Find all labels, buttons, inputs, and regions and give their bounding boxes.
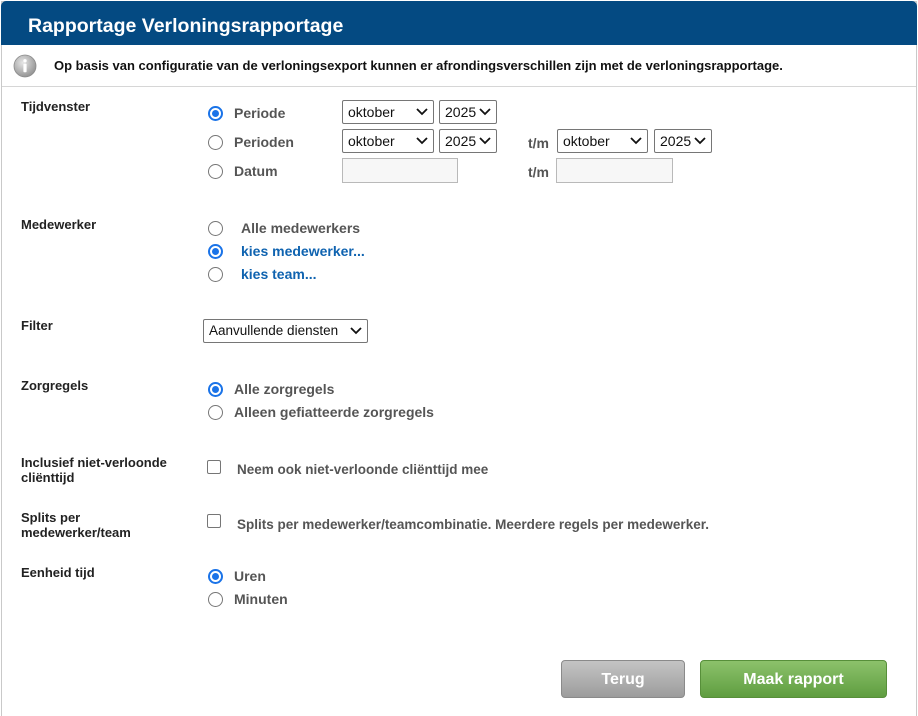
tijdvenster-label: Tijdvenster <box>21 99 91 114</box>
alle-medewerkers-label: Alle medewerkers <box>241 220 361 236</box>
window-title: Rapportage Verloningsrapportage <box>28 15 344 37</box>
back-button[interactable]: Terug <box>561 660 685 698</box>
alle-medewerkers-radio[interactable] <box>208 221 223 236</box>
perioden-from-month-value: oktober <box>348 133 395 149</box>
perioden-to-year-select[interactable]: 2025 <box>654 129 712 153</box>
datum-from-input[interactable] <box>342 158 458 183</box>
zorgregels-label: Zorgregels <box>21 378 89 393</box>
inclusief-checkbox-text: Neem ook niet-verloonde cliënttijd mee <box>237 462 489 477</box>
eenheid-label: Eenheid tijd <box>21 565 95 580</box>
title-bar: Rapportage Verloningsrapportage <box>1 1 917 45</box>
periode-year-value: 2025 <box>445 104 477 120</box>
datum-tm-label: t/m <box>528 164 549 180</box>
splits-checkbox-text: Splits per medewerker/teamcombinatie. Me… <box>237 517 709 532</box>
datum-radio[interactable] <box>208 164 223 179</box>
gefiatteerde-zorgregels-label: Alleen gefiatteerde zorgregels <box>234 404 434 420</box>
minuten-radio[interactable] <box>208 592 223 607</box>
filter-value: Aanvullende diensten <box>209 323 339 338</box>
datum-to-input[interactable] <box>556 158 673 183</box>
periode-radio[interactable] <box>208 106 223 121</box>
minuten-label: Minuten <box>234 591 288 607</box>
chevron-down-icon <box>630 137 642 145</box>
perioden-radio[interactable] <box>208 135 223 150</box>
alle-zorgregels-label: Alle zorgregels <box>234 381 335 397</box>
perioden-tm-label: t/m <box>528 135 549 151</box>
periode-label: Periode <box>234 105 286 121</box>
kies-medewerker-link[interactable]: kies medewerker... <box>241 243 365 259</box>
info-bar: Op basis van configuratie van de verloni… <box>2 45 916 87</box>
splits-label-line1: Splits per <box>21 510 81 525</box>
inclusief-checkbox[interactable] <box>207 460 221 474</box>
chevron-down-icon <box>479 137 491 145</box>
kies-team-link[interactable]: kies team... <box>241 266 317 282</box>
chevron-down-icon <box>479 108 491 116</box>
splits-label-line2: medewerker/team <box>21 525 131 540</box>
perioden-from-year-select[interactable]: 2025 <box>439 129 497 153</box>
datum-label: Datum <box>234 163 278 179</box>
perioden-to-month-select[interactable]: oktober <box>557 129 648 153</box>
filter-select[interactable]: Aanvullende diensten <box>203 319 368 343</box>
filter-label: Filter <box>21 318 53 333</box>
perioden-label: Perioden <box>234 134 294 150</box>
make-report-button[interactable]: Maak rapport <box>700 660 887 698</box>
chevron-down-icon <box>350 327 362 335</box>
perioden-from-year-value: 2025 <box>445 133 477 149</box>
info-message: Op basis van configuratie van de verloni… <box>54 58 783 73</box>
medewerker-label: Medewerker <box>21 217 97 232</box>
info-icon <box>13 54 37 78</box>
chevron-down-icon <box>694 137 706 145</box>
splits-checkbox[interactable] <box>207 514 221 528</box>
perioden-to-year-value: 2025 <box>660 133 692 149</box>
chevron-down-icon <box>416 137 428 145</box>
chevron-down-icon <box>416 108 428 116</box>
periode-month-value: oktober <box>348 104 395 120</box>
kies-team-radio[interactable] <box>208 267 223 282</box>
uren-label: Uren <box>234 568 266 584</box>
periode-year-select[interactable]: 2025 <box>439 100 497 124</box>
kies-medewerker-radio[interactable] <box>208 244 223 259</box>
alle-zorgregels-radio[interactable] <box>208 382 223 397</box>
uren-radio[interactable] <box>208 569 223 584</box>
inclusief-label-line2: cliënttijd <box>21 470 75 485</box>
periode-month-select[interactable]: oktober <box>342 100 434 124</box>
gefiatteerde-zorgregels-radio[interactable] <box>208 405 223 420</box>
perioden-to-month-value: oktober <box>563 133 610 149</box>
inclusief-label-line1: Inclusief niet-verloonde <box>21 455 167 470</box>
perioden-from-month-select[interactable]: oktober <box>342 129 434 153</box>
